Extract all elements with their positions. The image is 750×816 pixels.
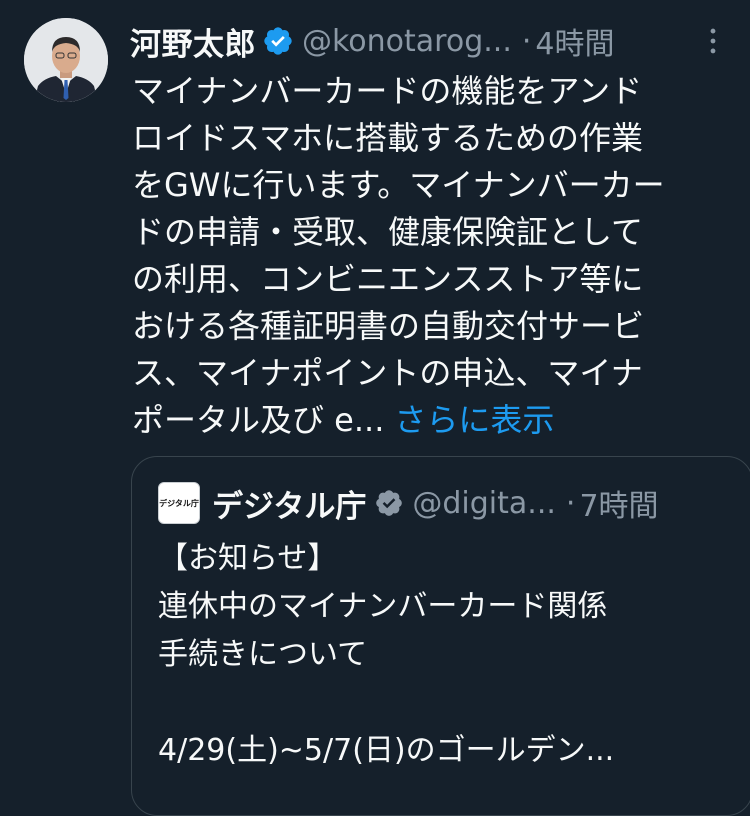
quoted-tweet-card[interactable]: デジタル庁 デジタル庁 @digita... · 7時間 【お知らせ】 連休中の…: [131, 456, 750, 816]
tweet-text-line: マイナンバーカードの機能をアンド: [132, 72, 643, 110]
quoted-text-line: 手続きについて: [158, 637, 368, 672]
digital-agency-logo-text: デジタル庁: [159, 498, 199, 508]
tweet-text-line: ス、マイナポイントの申込、マイナ: [132, 354, 643, 392]
separator-dot: ·: [565, 485, 576, 521]
avatar[interactable]: [24, 18, 108, 102]
avatar-image: [24, 18, 108, 102]
quoted-author-handle: @digita...: [412, 485, 556, 521]
quoted-author-name: デジタル庁: [212, 488, 367, 525]
verified-badge-icon: [262, 25, 294, 57]
tweet-text: マイナンバーカードの機能をアンド ロイドスマホに搭載するための作業 をGWに行い…: [132, 68, 732, 444]
quoted-text-line: 【お知らせ】: [158, 541, 338, 576]
quoted-text-line: [158, 679, 738, 727]
tweet-header: 河野太郎 @konotarog... · 4時間: [130, 18, 730, 64]
quoted-tweet-text: 【お知らせ】 連休中のマイナンバーカード関係 手続きについて 4/29(土)~5…: [158, 535, 738, 775]
quoted-text-line: 連休中のマイナンバーカード関係: [158, 589, 608, 624]
verified-badge-icon: [374, 488, 404, 518]
author-name[interactable]: 河野太郎: [130, 19, 256, 64]
author-handle[interactable]: @konotarog...: [302, 24, 512, 59]
tweet-text-line: をGWに行います。マイナンバーカー: [132, 166, 665, 204]
tweet-timestamp[interactable]: 4時間: [535, 19, 614, 63]
tweet-text-last-line: ポータル及び e... さらに表示: [132, 397, 732, 444]
tweet-text-line: ロイドスマホに搭載するための作業: [132, 119, 644, 157]
quoted-author-avatar: デジタル庁: [158, 482, 200, 524]
tweet-text-line: ポータル及び e...: [132, 401, 385, 439]
quoted-tweet-timestamp: 7時間: [579, 489, 659, 524]
tweet-text-line: の利用、コンビニエンスストア等に: [132, 260, 644, 298]
tweet-text-line: ドの申請・受取、健康保険証として: [132, 213, 644, 251]
separator-dot: ·: [521, 23, 532, 59]
more-options-icon[interactable]: [696, 24, 730, 58]
tweet-text-line: おける各種証明書の自動交付サービ: [132, 307, 645, 345]
quoted-text-line: 4/29(土)~5/7(日)のゴールデン...: [158, 733, 615, 768]
quoted-tweet-header: デジタル庁 デジタル庁 @digita... · 7時間: [158, 481, 659, 525]
show-more-link[interactable]: さらに表示: [394, 401, 554, 439]
